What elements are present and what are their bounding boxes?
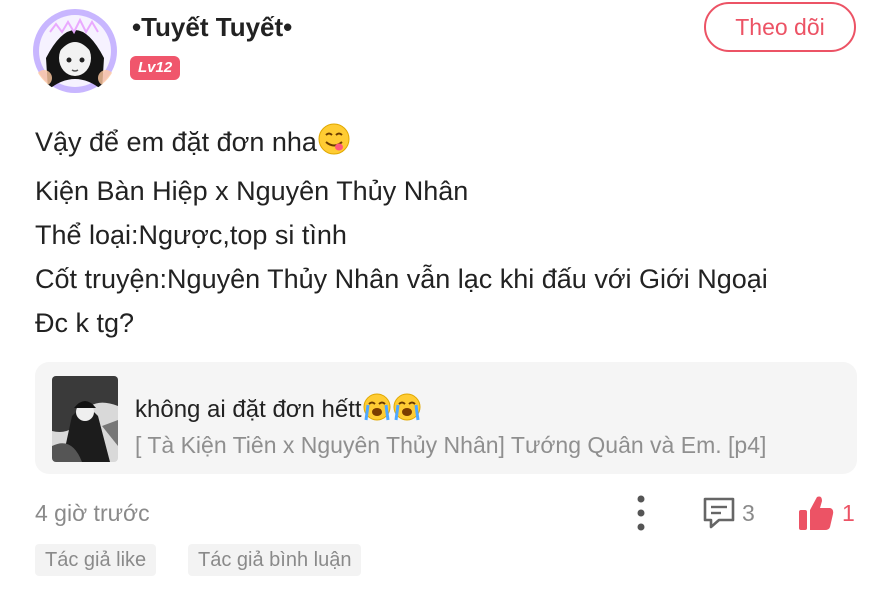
- avatar-image: [33, 9, 117, 93]
- post-line: Thể loại:Ngược,top si tình: [35, 220, 347, 250]
- quoted-post-thumbnail: [52, 376, 118, 462]
- comment-count: 3: [742, 500, 755, 526]
- like-count: 1: [842, 500, 855, 526]
- comment-icon: [703, 497, 735, 529]
- post-content: Vậy để em đặt đơn nha Kiện Bàn Hiệp x Ng…: [35, 120, 875, 345]
- more-options-icon[interactable]: [630, 492, 652, 534]
- quoted-post-title: không ai đặt đơn hếtt: [135, 392, 422, 429]
- loudly-crying-face-icon: [362, 392, 392, 429]
- loudly-crying-face-icon: [392, 392, 422, 429]
- follow-button[interactable]: Theo dõi: [704, 2, 856, 52]
- post-time: 4 giờ trước: [35, 500, 150, 526]
- tag-author-liked[interactable]: Tác giả like: [35, 544, 157, 576]
- avatar[interactable]: [32, 8, 118, 94]
- comment-button[interactable]: [700, 494, 738, 532]
- quoted-post-subtitle: [ Tà Kiện Tiên x Nguyên Thủy Nhân] Tướng…: [135, 432, 767, 458]
- quoted-post-card[interactable]: không ai đặt đơn hếtt [ Tà Kiện Tiên x N…: [35, 362, 857, 474]
- quoted-post-title-text: không ai đặt đơn hếtt: [135, 396, 362, 423]
- post-line: Vậy để em đặt đơn nha: [35, 120, 875, 169]
- thumbs-up-icon: [799, 496, 834, 530]
- post-line: Đc k tg?: [35, 308, 135, 338]
- like-button[interactable]: [796, 493, 836, 533]
- tag-author-commented[interactable]: Tác giả bình luận: [188, 544, 362, 576]
- username[interactable]: •Tuyết Tuyết•: [132, 12, 292, 43]
- yum-face-icon: [317, 122, 351, 169]
- post-line: Cốt truyện:Nguyên Thủy Nhân vẫn lạc khi …: [35, 264, 768, 294]
- post-line-text: Vậy để em đặt đơn nha: [35, 127, 317, 157]
- level-badge: Lv12: [130, 56, 181, 80]
- post-line: Kiện Bàn Hiệp x Nguyên Thủy Nhân: [35, 176, 469, 206]
